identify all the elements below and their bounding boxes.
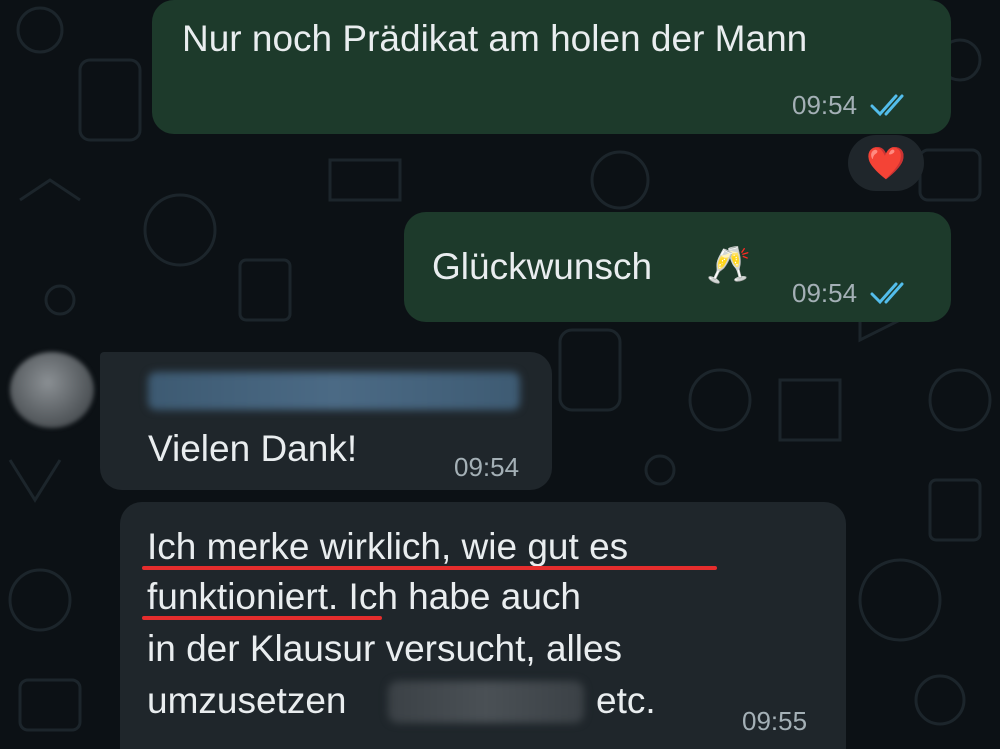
message-text: Vielen Dank! xyxy=(148,428,358,469)
redacted-word xyxy=(388,681,584,723)
sender-name-redacted xyxy=(148,372,520,410)
outgoing-message-bubble[interactable]: Nur noch Prädikat am holen der Mann 09:5… xyxy=(152,0,951,134)
message-time: 09:54 xyxy=(454,452,520,482)
message-text: Nur noch Prädikat am holen der Mann xyxy=(182,18,808,59)
reaction-badge[interactable]: ❤️ xyxy=(848,135,924,191)
message-text: Glückwunsch xyxy=(432,246,653,287)
champagne-glasses-icon: 🥂 xyxy=(706,244,751,285)
message-time: 09:55 xyxy=(742,706,808,736)
message-text-line: funktioniert. Ich habe auch xyxy=(147,576,582,617)
message-text-line: Ich merke wirklich, wie gut es xyxy=(147,526,629,567)
double-check-icon xyxy=(870,282,904,305)
avatar[interactable] xyxy=(10,352,94,428)
message-text-line: in der Klausur versucht, alles xyxy=(147,628,623,669)
message-time: 09:54 xyxy=(792,90,858,120)
highlight-underline xyxy=(142,616,382,620)
highlight-underline xyxy=(142,566,717,570)
heart-icon: ❤️ xyxy=(866,145,906,181)
outgoing-message-bubble[interactable]: Glückwunsch 🥂 09:54 xyxy=(404,212,951,322)
message-time: 09:54 xyxy=(792,278,858,308)
message-text-line: etc. xyxy=(596,680,656,721)
message-text-line: umzusetzen xyxy=(147,680,347,721)
double-check-icon xyxy=(870,94,904,117)
